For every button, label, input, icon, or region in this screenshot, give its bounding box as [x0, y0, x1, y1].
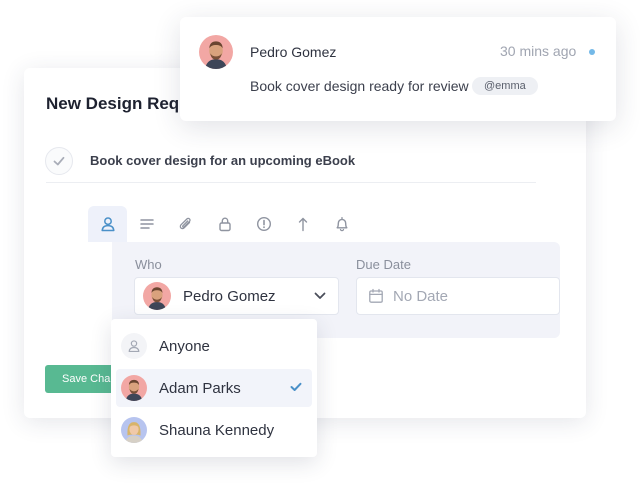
- dropdown-item-label: Shauna Kennedy: [159, 421, 275, 439]
- notification-time: 30 mins ago: [500, 43, 577, 59]
- avatar: [121, 375, 147, 401]
- notification-card[interactable]: Pedro Gomez 30 mins ago Book cover desig…: [180, 17, 616, 121]
- avatar: [199, 35, 233, 69]
- detail-tabs: [88, 206, 361, 242]
- assignee-dropdown: Anyone Adam Parks Shauna Kennedy: [111, 319, 317, 457]
- checkmark-icon: [290, 382, 302, 392]
- checkmark-icon: [53, 156, 65, 166]
- dropdown-item-anyone[interactable]: Anyone: [116, 327, 312, 365]
- avatar: [143, 282, 171, 310]
- notification-message: Book cover design ready for review: [250, 78, 469, 94]
- tab-priority[interactable]: [244, 206, 283, 242]
- arrow-up-icon: [298, 217, 307, 232]
- person-icon: [100, 217, 115, 232]
- complete-task-button[interactable]: [45, 147, 73, 175]
- selected-assignee-name: Pedro Gomez: [183, 287, 276, 305]
- divider: [46, 182, 536, 183]
- lines-icon: [139, 219, 154, 229]
- task-title: New Design Req: [46, 94, 180, 113]
- due-date-label: Due Date: [356, 257, 411, 272]
- lock-icon: [218, 217, 231, 232]
- task-description: Book cover design for an upcoming eBook: [90, 153, 356, 168]
- tab-description[interactable]: [127, 206, 166, 242]
- alert-icon: [256, 216, 271, 232]
- avatar: [121, 417, 147, 443]
- dropdown-item-label: Adam Parks: [159, 379, 241, 397]
- dropdown-item-adam-parks[interactable]: Adam Parks: [116, 369, 312, 407]
- calendar-icon: [369, 288, 383, 303]
- unread-dot: [589, 49, 595, 55]
- tab-assignee[interactable]: [88, 206, 127, 242]
- bell-icon: [336, 216, 347, 232]
- assignee-select[interactable]: Pedro Gomez: [134, 277, 339, 315]
- chevron-down-icon: [314, 292, 326, 300]
- paperclip-icon: [179, 217, 191, 230]
- due-date-input[interactable]: No Date: [356, 277, 560, 315]
- dropdown-item-shauna-kennedy[interactable]: Shauna Kennedy: [116, 411, 312, 449]
- due-date-placeholder: No Date: [393, 287, 449, 305]
- tab-move[interactable]: [283, 206, 322, 242]
- person-icon: [121, 333, 147, 359]
- tab-privacy[interactable]: [205, 206, 244, 242]
- dropdown-item-label: Anyone: [159, 337, 210, 355]
- tab-reminder[interactable]: [322, 206, 361, 242]
- notification-sender: Pedro Gomez: [250, 44, 337, 60]
- who-label: Who: [135, 257, 162, 272]
- tab-attachments[interactable]: [166, 206, 205, 242]
- mention-tag[interactable]: @emma: [472, 77, 538, 95]
